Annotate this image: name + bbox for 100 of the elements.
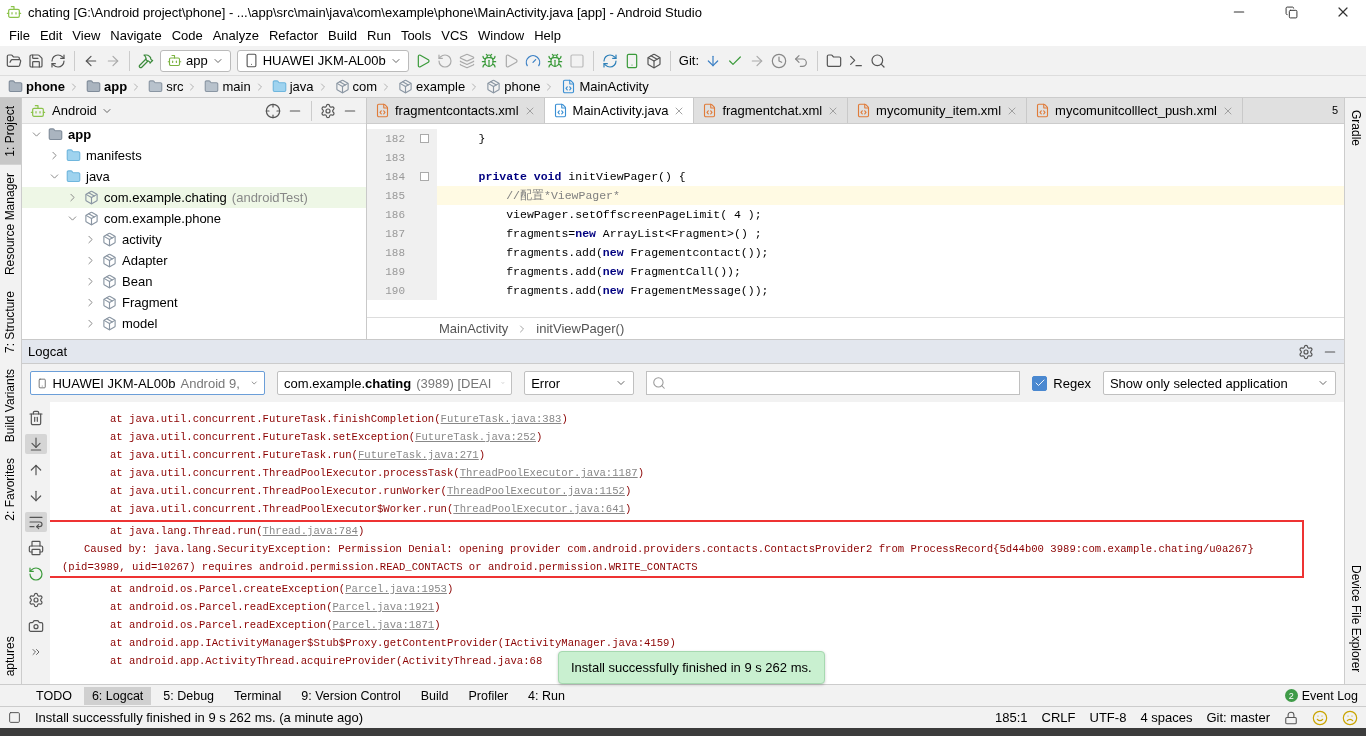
tool-tab[interactable]: Terminal <box>226 686 290 705</box>
menu-item[interactable]: Navigate <box>105 27 167 43</box>
menu-item[interactable]: Refactor <box>263 27 324 43</box>
device-select[interactable]: HUAWEI JKM-AL00b Android 9, <box>30 371 266 395</box>
down-icon[interactable] <box>28 488 44 504</box>
code-breadcrumb[interactable]: initViewPager() <box>536 321 625 336</box>
breadcrumb-item[interactable]: src <box>148 79 203 94</box>
fold-marker[interactable] <box>420 172 429 181</box>
source-link[interactable]: ThreadPoolExecutor.java:1152 <box>446 485 625 497</box>
tool-window-tab[interactable]: 7: Structure <box>0 282 21 361</box>
breadcrumb-item[interactable]: com <box>334 79 397 94</box>
tree-item[interactable]: Bean <box>22 271 366 292</box>
line-ending[interactable]: CRLF <box>1041 710 1076 725</box>
save-icon[interactable] <box>28 52 44 69</box>
more-icon[interactable] <box>30 646 42 658</box>
sdk-manager-icon[interactable] <box>645 52 662 69</box>
tool-window-tab[interactable]: 2: Favorites <box>0 449 21 529</box>
source-link[interactable]: FutureTask.java:271 <box>357 449 479 461</box>
restore-icon[interactable] <box>1284 5 1298 19</box>
tool-tab[interactable]: 4: Run <box>520 686 573 705</box>
menu-item[interactable]: Tools <box>395 27 437 43</box>
source-link[interactable]: FutureTask.java:383 <box>440 413 562 425</box>
code-breadcrumb[interactable]: MainActivity <box>439 321 509 336</box>
event-log-tab[interactable]: 2 Event Log <box>1276 686 1366 705</box>
tree-item[interactable]: com.example.phone <box>22 208 366 229</box>
lock-icon[interactable] <box>1284 710 1298 725</box>
settings-icon[interactable] <box>28 592 44 608</box>
settings-icon[interactable] <box>1298 343 1314 360</box>
sync-icon[interactable] <box>50 52 66 69</box>
breadcrumb-item[interactable]: MainActivity <box>561 79 653 94</box>
regex-checkbox[interactable]: Regex <box>1032 375 1091 391</box>
scroll-to-end-icon[interactable] <box>28 436 44 452</box>
rollback-icon[interactable] <box>793 52 809 69</box>
open-folder-icon[interactable] <box>6 52 22 69</box>
filter-select[interactable]: Show only selected application <box>1102 371 1336 395</box>
menu-item[interactable]: Code <box>166 27 208 43</box>
project-structure-icon[interactable] <box>826 52 842 69</box>
gradle-sync-icon[interactable] <box>601 52 618 69</box>
tool-window-tab[interactable]: 1: Project <box>0 98 21 165</box>
clear-icon[interactable] <box>28 410 44 426</box>
frown-icon[interactable] <box>1342 709 1358 726</box>
tree-item[interactable]: model <box>22 313 366 334</box>
breadcrumb-item[interactable]: java <box>271 79 333 94</box>
tree-item[interactable]: app <box>22 124 366 145</box>
source-link[interactable]: Parcel.java:1953 <box>345 583 447 595</box>
breadcrumb-item[interactable]: phone <box>8 79 84 94</box>
menu-item[interactable]: VCS <box>436 27 473 43</box>
menu-item[interactable]: Build <box>323 27 362 43</box>
breadcrumb-item[interactable]: app <box>86 79 147 94</box>
editor-tab[interactable]: fragmentchat.xml <box>694 98 849 123</box>
editor-tab[interactable]: fragmentcontacts.xml <box>367 98 545 123</box>
profiler-icon[interactable] <box>524 52 541 69</box>
restart-icon[interactable] <box>28 566 44 582</box>
menu-item[interactable]: View <box>67 27 106 43</box>
log-level-select[interactable]: Error <box>524 371 634 395</box>
source-link[interactable]: Parcel.java:1871 <box>332 619 435 631</box>
project-view-dropdown[interactable]: Android <box>52 99 113 122</box>
search-icon[interactable] <box>870 52 886 69</box>
tool-tab[interactable]: TODO <box>28 686 80 705</box>
tool-window-tab[interactable]: Resource Manager <box>0 164 21 283</box>
menu-item[interactable]: Window <box>472 27 530 43</box>
wrap-icon[interactable] <box>28 514 44 530</box>
tree-item[interactable]: Adapter <box>22 250 366 271</box>
device-dropdown[interactable]: HUAWEI JKM-AL00b <box>236 49 409 72</box>
breadcrumb-item[interactable]: main <box>204 79 270 94</box>
history-icon[interactable] <box>771 52 787 69</box>
menu-item[interactable]: Edit <box>34 27 68 43</box>
tree-item[interactable]: java <box>22 166 366 187</box>
tool-tab[interactable]: Profiler <box>460 686 517 705</box>
menu-item[interactable]: File <box>4 27 35 43</box>
source-link[interactable]: ThreadPoolExecutor.java:641 <box>453 503 625 515</box>
source-link[interactable]: Thread.java:784 <box>262 525 358 537</box>
run-config-dropdown[interactable]: app <box>160 49 231 72</box>
tool-tab[interactable]: 6: Logcat <box>83 686 152 705</box>
locate-icon[interactable] <box>265 102 281 119</box>
menu-item[interactable]: Analyze <box>207 27 264 43</box>
source-link[interactable]: ThreadPoolExecutor.java:1187 <box>459 467 638 479</box>
source-link[interactable]: FutureTask.java:252 <box>415 431 536 443</box>
fold-marker[interactable] <box>420 134 429 143</box>
tool-tab[interactable]: 9: Version Control <box>293 686 409 705</box>
editor-tab[interactable]: mycomunity_item.xml <box>848 98 1028 123</box>
hammer-icon[interactable] <box>138 52 154 69</box>
menu-item[interactable]: Run <box>362 27 396 43</box>
breadcrumb-item[interactable]: phone <box>486 79 560 94</box>
process-select[interactable]: com.example.chating (3989) [DEAI <box>277 371 513 395</box>
source-link[interactable]: Parcel.java:1921 <box>332 601 435 613</box>
editor-tab[interactable]: mycomunitcolllect_push.xml <box>1027 98 1243 123</box>
tree-item[interactable]: com.example.chating (androidTest) <box>22 187 366 208</box>
settings-icon[interactable] <box>320 102 336 119</box>
tool-tab[interactable]: Build <box>412 686 457 705</box>
debug-icon[interactable] <box>480 52 497 69</box>
rerun-icon[interactable] <box>436 52 453 69</box>
tab-overflow-count[interactable]: 5 <box>1325 98 1344 123</box>
git-branch[interactable]: Git: master <box>1206 710 1270 725</box>
encoding[interactable]: UTF-8 <box>1089 710 1127 725</box>
tool-window-tab[interactable]: aptures <box>0 528 21 684</box>
attach-debugger-icon[interactable] <box>546 52 563 69</box>
breadcrumb-item[interactable]: example <box>398 79 485 94</box>
tree-item[interactable]: activity <box>22 229 366 250</box>
apply-changes-icon[interactable] <box>458 52 475 69</box>
